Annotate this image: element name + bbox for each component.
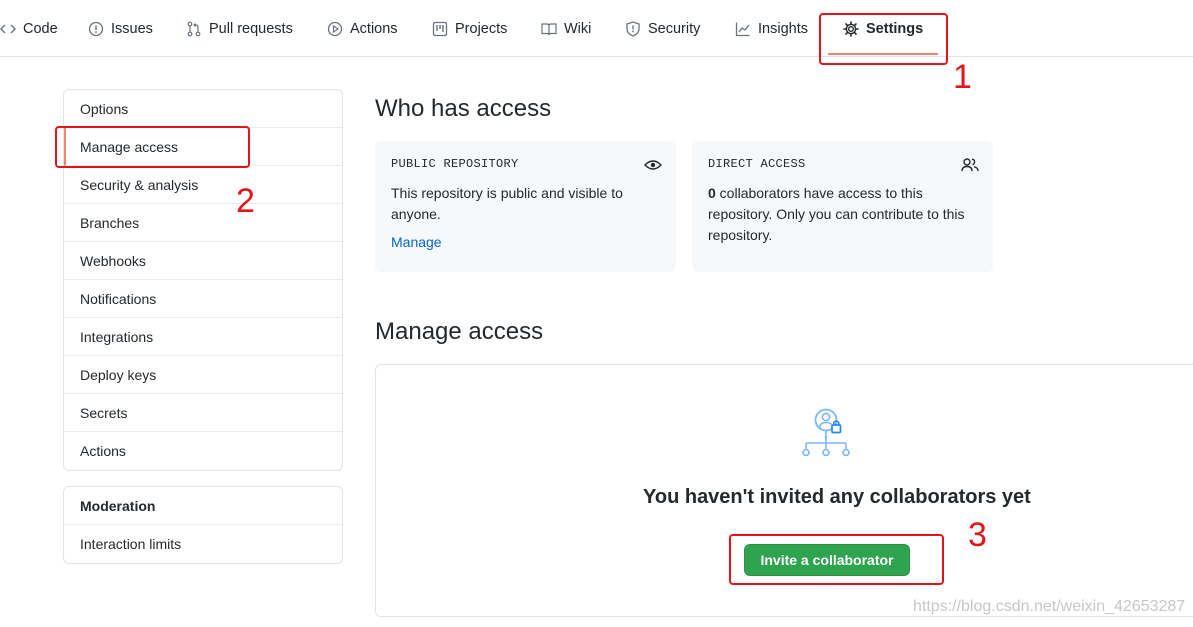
sidebar-item-secrets[interactable]: Secrets — [64, 394, 342, 432]
direct-access-card: DIRECT ACCESS 0 collaborators have acces… — [692, 141, 993, 272]
annotation-box-settings — [819, 13, 948, 65]
tab-code[interactable]: Code — [0, 0, 58, 57]
sidebar-item-actions[interactable]: Actions — [64, 432, 342, 470]
sidebar-item-integrations[interactable]: Integrations — [64, 318, 342, 356]
issue-icon — [88, 21, 104, 36]
direct-access-text: collaborators have access to this reposi… — [708, 185, 965, 243]
book-icon — [541, 22, 557, 35]
tab-label: Pull requests — [209, 20, 293, 37]
sidebar-item-interaction-limits[interactable]: Interaction limits — [64, 525, 342, 563]
graph-icon — [735, 22, 750, 36]
sidebar-item-options[interactable]: Options — [64, 90, 342, 128]
tab-security[interactable]: Security — [625, 0, 700, 57]
direct-access-description: 0 collaborators have access to this repo… — [708, 183, 977, 246]
tab-issues[interactable]: Issues — [88, 0, 153, 57]
collaborator-count: 0 — [708, 185, 716, 201]
project-icon — [432, 21, 448, 36]
sidebar-item-notifications[interactable]: Notifications — [64, 280, 342, 318]
public-repository-card-title: PUBLIC REPOSITORY — [391, 157, 519, 171]
tab-label: Insights — [758, 20, 808, 37]
public-repository-description: This repository is public and visible to… — [391, 185, 623, 222]
repo-tab-bar: Code Issues Pull requests Actions Projec… — [0, 0, 1193, 57]
tab-label: Code — [23, 20, 58, 37]
sidebar-item-security-analysis[interactable]: Security & analysis — [64, 166, 342, 204]
manage-access-title: Manage access — [375, 318, 544, 345]
watermark-url: https://blog.csdn.net/weixin_42653287 — [913, 598, 1186, 615]
tab-actions[interactable]: Actions — [327, 0, 398, 57]
code-icon — [0, 24, 16, 33]
annotation-box-manage-access — [55, 126, 250, 168]
tab-label: Issues — [111, 20, 153, 37]
tab-label: Security — [648, 20, 701, 37]
shield-icon — [626, 20, 640, 37]
pull-request-icon — [187, 21, 201, 36]
public-repository-card: PUBLIC REPOSITORY This repository is pub… — [375, 141, 676, 272]
tab-projects[interactable]: Projects — [432, 0, 507, 57]
tab-label: Wiki — [564, 20, 592, 37]
moderation-sidebar: Moderation Interaction limits — [63, 486, 343, 564]
eye-icon — [644, 160, 662, 170]
play-icon — [327, 21, 343, 36]
sidebar-item-webhooks[interactable]: Webhooks — [64, 242, 342, 280]
annotation-number-2: 2 — [236, 182, 255, 220]
direct-access-card-title: DIRECT ACCESS — [708, 157, 806, 171]
sidebar-item-branches[interactable]: Branches — [64, 204, 342, 242]
collaborators-lock-icon — [802, 408, 850, 457]
tab-label: Actions — [350, 20, 398, 37]
tab-label: Projects — [455, 20, 508, 37]
moderation-heading: Moderation — [64, 487, 342, 525]
who-has-access-title: Who has access — [375, 95, 552, 122]
people-icon — [961, 158, 979, 172]
tab-wiki[interactable]: Wiki — [541, 0, 591, 57]
tab-insights[interactable]: Insights — [735, 0, 808, 57]
annotation-number-1: 1 — [953, 58, 972, 96]
tab-pull-requests[interactable]: Pull requests — [186, 0, 293, 57]
manage-visibility-link[interactable]: Manage — [391, 234, 442, 250]
annotation-box-invite — [729, 534, 944, 585]
sidebar-item-deploy-keys[interactable]: Deploy keys — [64, 356, 342, 394]
no-collaborators-heading: You haven't invited any collaborators ye… — [643, 486, 1031, 508]
annotation-number-3: 3 — [968, 516, 987, 554]
